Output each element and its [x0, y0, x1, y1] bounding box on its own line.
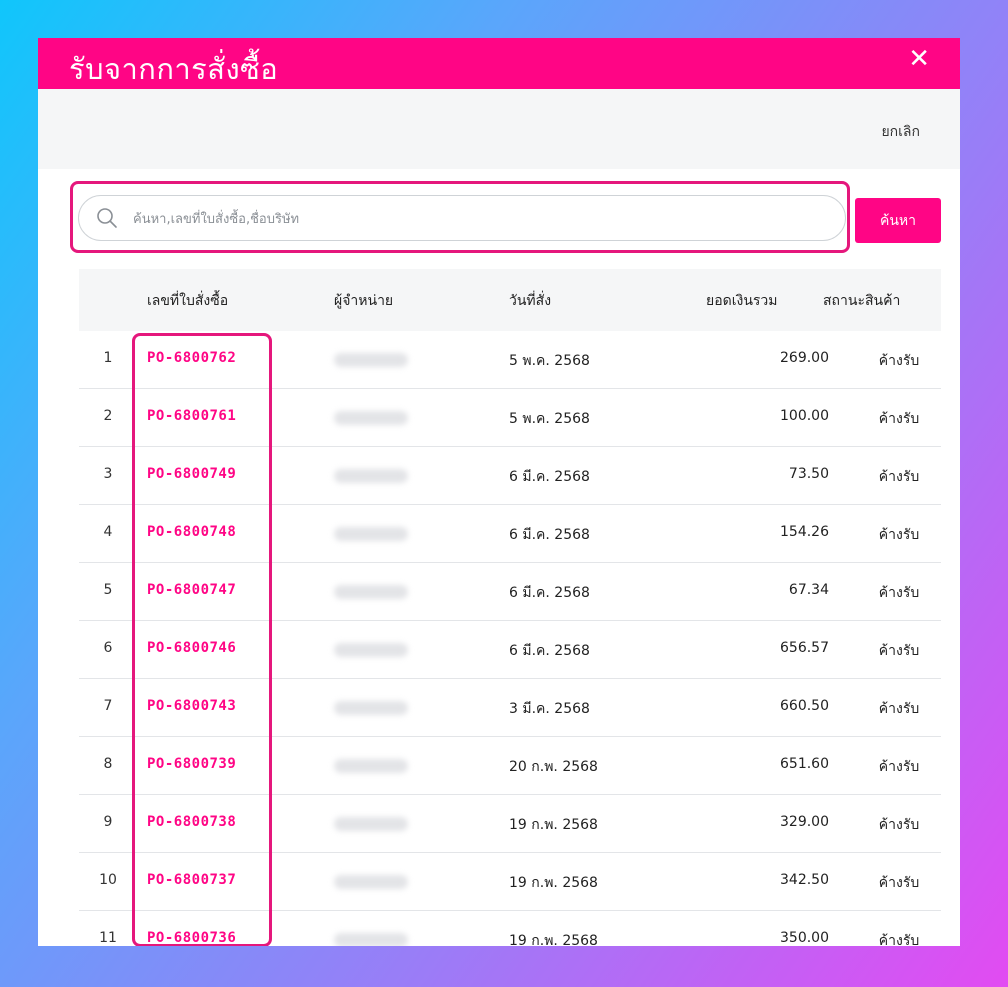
order-date: 19 ก.พ. 2568 [509, 933, 598, 946]
modal-header: รับจากการสั่งซื้อ ✕ [38, 38, 960, 89]
total-amount: 342.50 [780, 872, 829, 888]
receive-from-po-modal: รับจากการสั่งซื้อ ✕ ยกเลิก ค้นหา เลขที่ใ… [38, 38, 960, 946]
order-date: 6 มี.ค. 2568 [509, 469, 590, 485]
supplier-name-redacted [334, 411, 408, 425]
status-badge: ค้างรับ [878, 353, 920, 369]
column-header-order-date: วันที่สั่ง [509, 293, 552, 309]
total-amount: 350.00 [780, 930, 829, 946]
status-badge: ค้างรับ [878, 701, 920, 717]
status-badge: ค้างรับ [878, 875, 920, 891]
row-number: 6 [103, 640, 113, 656]
status-badge: ค้างรับ [878, 643, 920, 659]
modal-toolbar: ยกเลิก [38, 89, 960, 169]
total-amount: 67.34 [788, 582, 829, 598]
search-button[interactable]: ค้นหา [855, 198, 941, 243]
column-header-status: สถานะสินค้า [823, 293, 901, 309]
column-header-total: ยอดเงินรวม [706, 293, 778, 309]
status-badge: ค้างรับ [878, 585, 920, 601]
supplier-name-redacted [334, 643, 408, 657]
order-date: 19 ก.พ. 2568 [509, 875, 598, 891]
order-date: 6 มี.ค. 2568 [509, 643, 590, 659]
supplier-name-redacted [334, 353, 408, 367]
order-date: 5 พ.ค. 2568 [509, 411, 590, 427]
total-amount: 651.60 [780, 756, 829, 772]
order-date: 6 มี.ค. 2568 [509, 585, 590, 601]
status-badge: ค้างรับ [878, 527, 920, 543]
status-badge: ค้างรับ [878, 411, 920, 427]
search-input[interactable] [131, 207, 825, 231]
order-date: 5 พ.ค. 2568 [509, 353, 590, 369]
total-amount: 660.50 [780, 698, 829, 714]
order-date: 20 ก.พ. 2568 [509, 759, 598, 775]
status-badge: ค้างรับ [878, 817, 920, 833]
order-date: 6 มี.ค. 2568 [509, 527, 590, 543]
supplier-name-redacted [334, 933, 408, 946]
supplier-name-redacted [334, 701, 408, 715]
total-amount: 100.00 [780, 408, 829, 424]
table-header: เลขที่ใบสั่งซื้อ ผู้จำหน่าย วันที่สั่ง ย… [79, 269, 941, 331]
order-date: 19 ก.พ. 2568 [509, 817, 598, 833]
search-icon [96, 207, 118, 233]
status-badge: ค้างรับ [878, 469, 920, 485]
total-amount: 269.00 [780, 350, 829, 366]
row-number: 3 [103, 466, 113, 482]
supplier-name-redacted [334, 817, 408, 831]
status-badge: ค้างรับ [878, 933, 920, 946]
column-header-po-number: เลขที่ใบสั่งซื้อ [147, 293, 229, 309]
close-icon[interactable]: ✕ [908, 44, 930, 74]
supplier-name-redacted [334, 759, 408, 773]
modal-title: รับจากการสั่งซื้อ [69, 52, 279, 86]
supplier-name-redacted [334, 875, 408, 889]
search-box[interactable] [78, 195, 846, 241]
cancel-button[interactable]: ยกเลิก [881, 121, 920, 143]
supplier-name-redacted [334, 469, 408, 483]
row-number: 9 [103, 814, 113, 830]
row-number: 10 [99, 872, 117, 888]
order-date: 3 มี.ค. 2568 [509, 701, 590, 717]
row-number: 1 [103, 350, 113, 366]
row-number: 2 [103, 408, 113, 424]
row-number: 7 [103, 698, 113, 714]
row-number: 5 [103, 582, 113, 598]
po-column-highlight-box [132, 333, 272, 946]
supplier-name-redacted [334, 585, 408, 599]
column-header-supplier: ผู้จำหน่าย [334, 293, 394, 309]
total-amount: 656.57 [780, 640, 829, 656]
row-number: 4 [103, 524, 113, 540]
total-amount: 73.50 [788, 466, 829, 482]
status-badge: ค้างรับ [878, 759, 920, 775]
total-amount: 329.00 [780, 814, 829, 830]
row-number: 8 [103, 756, 113, 772]
row-number: 11 [99, 930, 117, 946]
total-amount: 154.26 [780, 524, 829, 540]
supplier-name-redacted [334, 527, 408, 541]
